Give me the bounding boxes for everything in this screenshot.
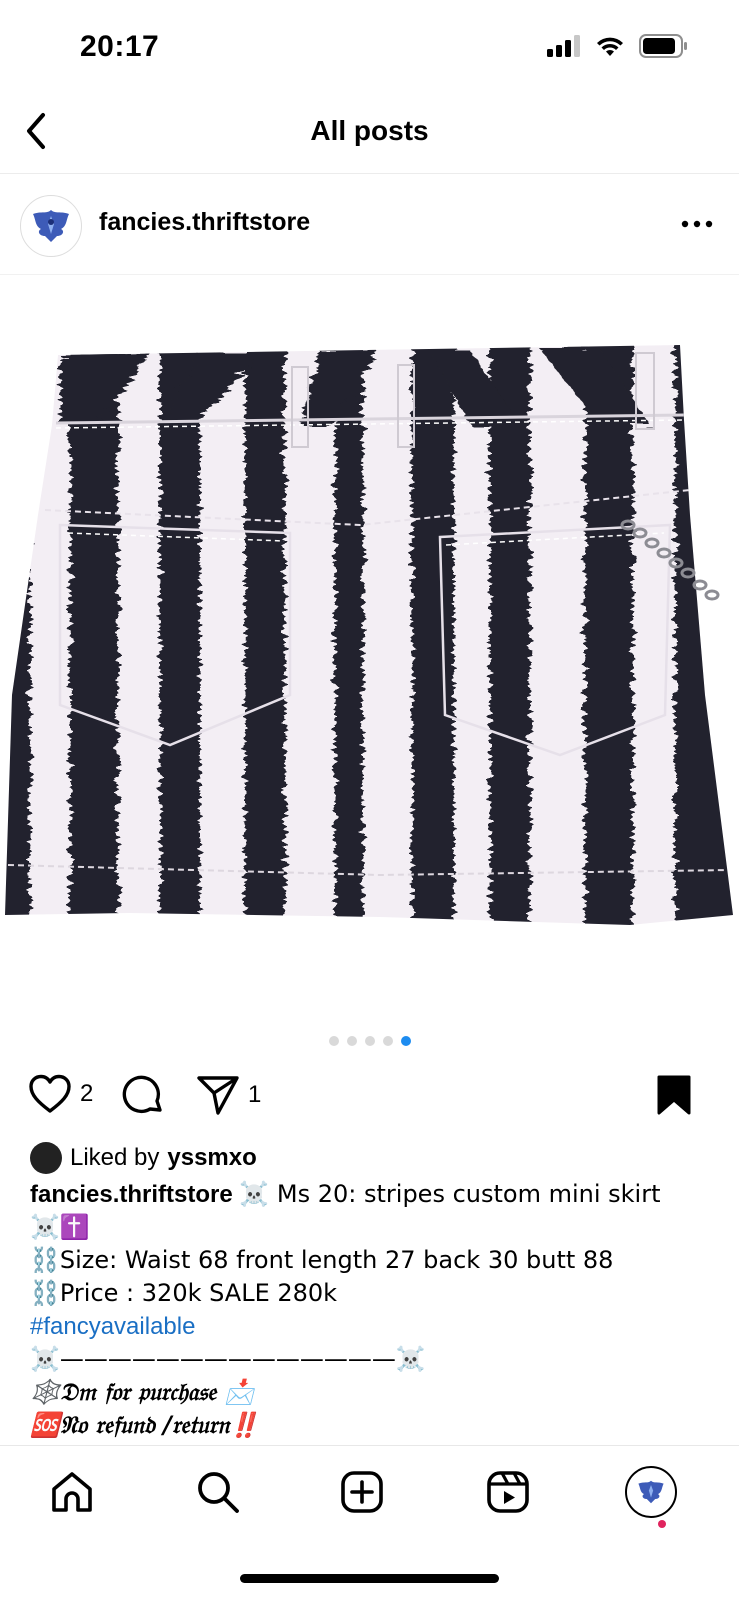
wifi-icon <box>597 37 623 56</box>
caption-username[interactable]: fancies.thriftstore <box>30 1181 233 1208</box>
send-icon[interactable] <box>196 1074 240 1116</box>
post-username[interactable]: fancies.thriftstore <box>99 208 310 237</box>
plus-square-icon <box>341 1471 383 1513</box>
home-indicator <box>240 1574 499 1583</box>
shares-count: 1 <box>248 1081 262 1108</box>
caption-line: 🆘𝔑𝔬 𝔯𝔢𝔣𝔲𝔫𝔡 /𝔯𝔢𝔱𝔲𝔯𝔫‼️ <box>30 1411 260 1439</box>
share-action: 1 <box>196 1074 261 1116</box>
liked-by-prefix: Liked by <box>70 1144 160 1171</box>
battery-icon <box>639 34 687 58</box>
post-image[interactable] <box>0 275 739 1015</box>
page-title: All posts <box>310 115 429 146</box>
more-horizontal-icon <box>681 220 713 228</box>
notification-dot <box>658 1520 666 1528</box>
status-time: 20:17 <box>80 30 160 63</box>
hashtag-link[interactable]: #fancyavailable <box>30 1310 720 1343</box>
avatar <box>625 1466 677 1518</box>
carousel-dot-active <box>400 1036 411 1046</box>
avatar[interactable] <box>20 195 82 257</box>
striped-skirt-photo <box>5 345 733 925</box>
search-icon <box>198 1472 239 1513</box>
bottom-tab-bar <box>0 1445 739 1536</box>
tab-create[interactable] <box>336 1466 388 1518</box>
carousel-dot <box>346 1036 357 1046</box>
caption-line: 🕸️𝔇𝔪 𝔣𝔬𝔯 𝔭𝔲𝔯𝔠𝔥𝔞𝔰𝔢 📩 <box>30 1378 255 1406</box>
reels-icon <box>487 1471 529 1513</box>
status-bar: 20:17 <box>0 0 739 95</box>
carousel-dot <box>328 1036 339 1046</box>
post-actions: 2 1 <box>0 1070 739 1126</box>
home-icon <box>52 1472 92 1512</box>
bookmark-icon[interactable] <box>656 1074 692 1116</box>
caption-line: ☠️——————————————☠️ <box>30 1345 426 1373</box>
liked-by[interactable]: Liked by yssmxo <box>30 1142 257 1174</box>
carousel-indicator <box>0 1036 739 1046</box>
caption-line: ⛓️Size: Waist 68 front length 27 back 30… <box>30 1246 614 1274</box>
nav-header: All posts <box>0 95 739 174</box>
heart-icon[interactable] <box>28 1074 72 1114</box>
profile-logo-icon <box>638 1480 664 1504</box>
liker-avatar <box>30 1142 62 1174</box>
post-header: fancies.thriftstore <box>0 174 739 275</box>
tab-home[interactable] <box>46 1466 98 1518</box>
caption-line: ⛓️Price : 320k SALE 280k <box>30 1279 338 1307</box>
signal-icon <box>547 35 580 57</box>
more-options-button[interactable] <box>675 202 719 246</box>
status-icons <box>547 34 689 58</box>
comment-icon[interactable] <box>122 1074 164 1116</box>
tab-search[interactable] <box>192 1466 244 1518</box>
like-action: 2 <box>28 1074 93 1114</box>
caption-text: ☠️ Ms 20: stripes custom mini skirt <box>239 1180 661 1208</box>
profile-logo-icon <box>22 197 80 255</box>
carousel-dot <box>382 1036 393 1046</box>
caption-line: ☠️✝️ <box>30 1213 90 1241</box>
carousel-dot <box>364 1036 375 1046</box>
tab-profile[interactable] <box>625 1466 677 1518</box>
post-caption: fancies.thriftstore ☠️ Ms 20: stripes cu… <box>30 1178 720 1442</box>
caption-line: fancies.thriftstore ☠️ Ms 20: stripes cu… <box>30 1178 720 1211</box>
comment-action <box>122 1074 164 1116</box>
liked-by-user[interactable]: yssmxo <box>167 1144 256 1172</box>
save-action <box>656 1074 692 1116</box>
tab-reels[interactable] <box>482 1466 534 1518</box>
likes-count: 2 <box>80 1080 94 1107</box>
